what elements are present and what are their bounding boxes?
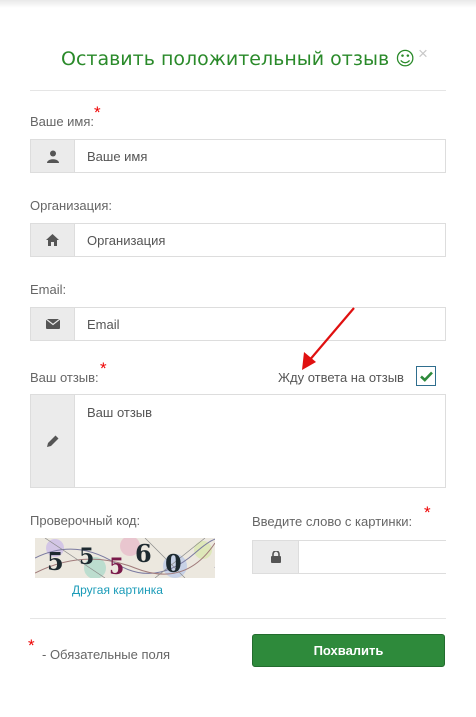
captcha-field-group bbox=[252, 540, 476, 574]
user-icon bbox=[31, 140, 75, 172]
refresh-captcha-link[interactable]: Другая картинка bbox=[72, 583, 163, 597]
review-label: Ваш отзыв: bbox=[30, 370, 99, 385]
review-modal: Оставить положительный отзыв ☺ × Ваше им… bbox=[0, 0, 476, 717]
svg-text:5: 5 bbox=[47, 547, 64, 576]
review-field-group bbox=[30, 394, 446, 488]
pencil-icon bbox=[31, 395, 75, 487]
email-input[interactable] bbox=[75, 308, 445, 340]
name-input[interactable] bbox=[75, 140, 445, 172]
lock-icon bbox=[253, 541, 299, 573]
svg-text:5: 5 bbox=[79, 544, 94, 570]
name-field-group bbox=[30, 139, 446, 173]
await-reply-checkbox[interactable] bbox=[416, 366, 436, 386]
org-field-group bbox=[30, 223, 446, 257]
org-input[interactable] bbox=[75, 224, 445, 256]
review-required-star: * bbox=[100, 359, 107, 378]
captcha-label: Проверочный код: bbox=[30, 513, 141, 528]
close-button[interactable]: × bbox=[418, 44, 428, 64]
check-icon bbox=[419, 371, 433, 382]
captcha-required-star: * bbox=[424, 503, 431, 522]
header-divider bbox=[30, 90, 446, 91]
submit-button[interactable]: Похвалить bbox=[252, 634, 445, 667]
name-required-star: * bbox=[94, 103, 101, 122]
modal-title: Оставить положительный отзыв ☺ bbox=[61, 48, 415, 70]
captcha-input[interactable] bbox=[299, 541, 476, 573]
footer-required-star: * bbox=[28, 636, 35, 655]
review-textarea[interactable] bbox=[75, 395, 445, 487]
svg-text:5: 5 bbox=[109, 554, 124, 578]
envelope-icon bbox=[31, 308, 75, 340]
name-label: Ваше имя: bbox=[30, 114, 95, 129]
backdrop-edge bbox=[0, 0, 476, 8]
home-icon bbox=[31, 224, 75, 256]
footer-divider bbox=[30, 618, 446, 619]
org-label: Организация: bbox=[30, 198, 113, 213]
captcha-image: 5 5 5 6 0 bbox=[35, 538, 215, 578]
svg-text:6: 6 bbox=[135, 539, 152, 568]
captcha-input-label: Введите слово с картинки: bbox=[252, 514, 413, 529]
annotation-arrow bbox=[302, 307, 355, 370]
email-label: Email: bbox=[30, 282, 67, 297]
email-field-group bbox=[30, 307, 446, 341]
required-note: - Обязательные поля bbox=[42, 647, 171, 662]
svg-text:0: 0 bbox=[165, 549, 182, 578]
